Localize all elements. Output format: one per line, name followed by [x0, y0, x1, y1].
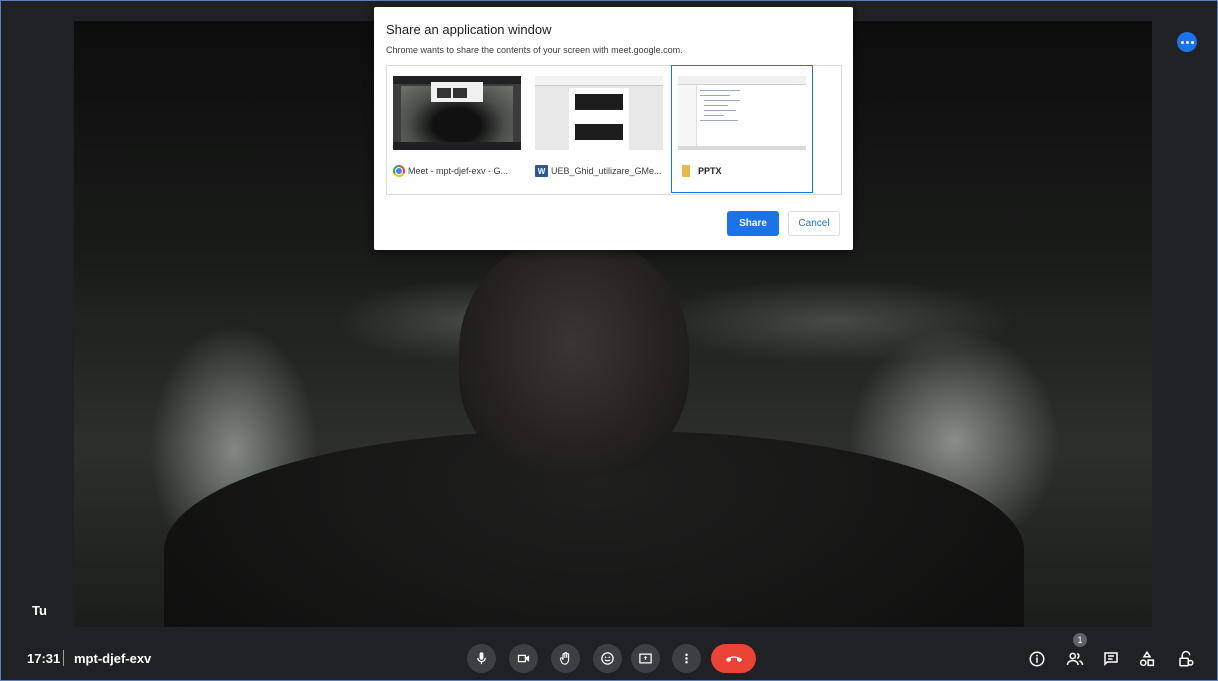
window-list: Meet - mpt-djef-exv - G... W UEB_Ghid_ut…	[386, 65, 842, 195]
emoji-button[interactable]	[593, 644, 622, 673]
word-icon: W	[535, 165, 548, 177]
window-item-meet[interactable]: Meet - mpt-djef-exv - G...	[387, 66, 527, 192]
folder-icon	[682, 165, 690, 177]
dialog-title: Share an application window	[386, 22, 552, 37]
microphone-icon	[477, 652, 486, 665]
camera-icon	[517, 654, 530, 663]
dot	[1190, 40, 1194, 44]
more-vert-icon	[685, 653, 688, 664]
emoji-icon	[601, 652, 614, 665]
meet-window: Tu Share an application window Chrome wa…	[0, 0, 1218, 681]
more-options-button[interactable]	[1177, 32, 1197, 52]
present-button[interactable]	[631, 644, 660, 673]
raise-hand-icon	[559, 652, 570, 665]
meeting-details-button[interactable]	[1027, 649, 1047, 669]
cancel-button[interactable]: Cancel	[788, 211, 840, 236]
dot	[1185, 40, 1189, 44]
camera-button[interactable]	[509, 644, 538, 673]
microphone-button[interactable]	[467, 644, 496, 673]
present-icon	[639, 653, 652, 664]
end-call-button[interactable]	[711, 644, 756, 673]
share-button[interactable]: Share	[727, 211, 779, 236]
window-item-label: PPTX	[678, 165, 810, 177]
window-item-label: Meet - mpt-djef-exv - G...	[393, 165, 525, 177]
self-name-label: Tu	[32, 603, 47, 618]
window-thumbnail	[678, 76, 806, 150]
raise-hand-button[interactable]	[551, 644, 580, 673]
activities-button[interactable]	[1137, 649, 1157, 669]
chat-icon	[1104, 652, 1118, 667]
participant-head	[459, 236, 689, 476]
dot	[1180, 40, 1184, 44]
more-options-button[interactable]	[672, 644, 701, 673]
host-controls-icon	[1179, 650, 1194, 667]
meeting-code: mpt-djef-exv	[74, 651, 152, 666]
end-call-icon	[725, 656, 742, 662]
info-icon	[1029, 651, 1045, 667]
host-controls-button[interactable]	[1176, 649, 1196, 669]
chrome-icon	[393, 165, 405, 177]
window-thumbnail	[535, 76, 663, 150]
window-item-label: W UEB_Ghid_utilizare_GMe...	[535, 165, 667, 177]
people-button[interactable]	[1065, 649, 1085, 669]
share-window-dialog: Share an application window Chrome wants…	[374, 7, 853, 250]
window-item-word-doc[interactable]: W UEB_Ghid_utilizare_GMe...	[529, 66, 669, 192]
chat-button[interactable]	[1101, 649, 1121, 669]
people-icon	[1066, 652, 1084, 666]
divider	[63, 650, 64, 666]
window-item-pptx[interactable]: PPTX	[671, 65, 813, 193]
dialog-subtitle: Chrome wants to share the contents of yo…	[386, 45, 683, 55]
activities-icon	[1139, 650, 1155, 667]
meeting-time: 17:31	[27, 651, 61, 666]
window-thumbnail	[393, 76, 521, 150]
participant-count-badge: 1	[1073, 633, 1087, 647]
